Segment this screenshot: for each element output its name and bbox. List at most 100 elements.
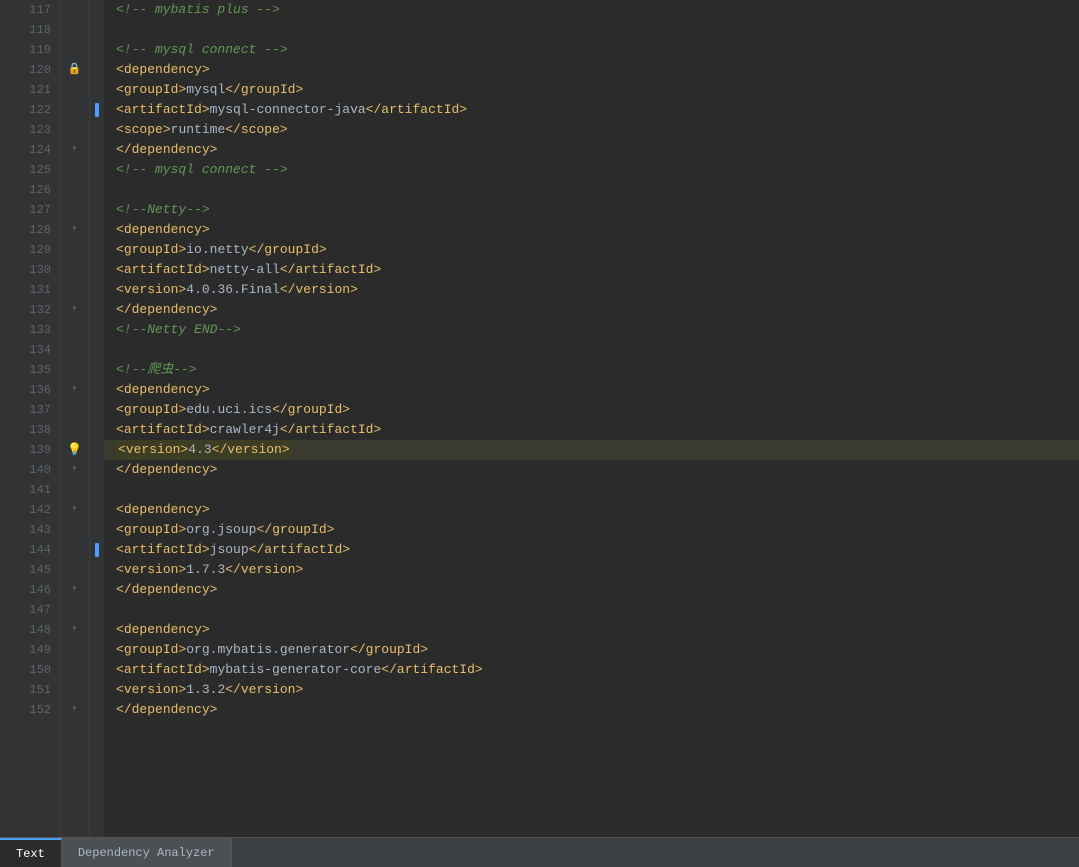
side-marker bbox=[90, 680, 104, 700]
fold-icon[interactable]: ▾ bbox=[71, 220, 77, 240]
side-marker bbox=[90, 0, 104, 20]
code-line: <groupId>edu.uci.ics</groupId> bbox=[104, 400, 1079, 420]
fold-icon[interactable]: ▾ bbox=[71, 620, 77, 640]
gutter-row bbox=[60, 280, 89, 300]
side-marker bbox=[90, 480, 104, 500]
gutter-row bbox=[60, 360, 89, 380]
gutter-row bbox=[60, 340, 89, 360]
gutter-row bbox=[60, 660, 89, 680]
side-marker bbox=[90, 360, 104, 380]
gutter-row[interactable]: ▾ bbox=[60, 580, 89, 600]
side-marker bbox=[90, 160, 104, 180]
side-marker bbox=[90, 60, 104, 80]
fold-icon[interactable]: ▾ bbox=[71, 300, 77, 320]
line-number: 127 bbox=[4, 200, 51, 220]
line-number: 128 bbox=[4, 220, 51, 240]
code-line: <!-- mybatis plus --> bbox=[104, 0, 1079, 20]
code-container: 1171181191201211221231241251261271281291… bbox=[0, 0, 1079, 837]
code-line: <version>1.7.3</version> bbox=[104, 560, 1079, 580]
gutter-row bbox=[60, 100, 89, 120]
code-line bbox=[104, 480, 1079, 500]
fold-icon[interactable]: ▾ bbox=[71, 380, 77, 400]
line-number: 140 bbox=[4, 460, 51, 480]
code-line: <version>4.0.36.Final</version> bbox=[104, 280, 1079, 300]
side-gutter bbox=[90, 0, 104, 837]
line-number: 147 bbox=[4, 600, 51, 620]
fold-icon[interactable]: ▾ bbox=[71, 500, 77, 520]
side-marker bbox=[90, 620, 104, 640]
gutter-row bbox=[60, 320, 89, 340]
code-line: <!-- mysql connect --> bbox=[104, 40, 1079, 60]
line-number: 125 bbox=[4, 160, 51, 180]
line-number: 135 bbox=[4, 360, 51, 380]
gutter-row[interactable]: 🔒 bbox=[60, 60, 89, 80]
lightbulb-icon: 💡 bbox=[67, 440, 82, 460]
side-marker bbox=[90, 200, 104, 220]
code-line: <dependency> bbox=[104, 620, 1079, 640]
side-marker bbox=[90, 300, 104, 320]
gutter-row bbox=[60, 640, 89, 660]
code-line: <version>4.3</version> bbox=[104, 440, 1079, 460]
gutter-row bbox=[60, 520, 89, 540]
line-number: 122 bbox=[4, 100, 51, 120]
code-line: <!-- mysql connect --> bbox=[104, 160, 1079, 180]
side-marker bbox=[90, 420, 104, 440]
line-number: 151 bbox=[4, 680, 51, 700]
gutter-row[interactable]: ▾ bbox=[60, 380, 89, 400]
side-marker bbox=[90, 380, 104, 400]
line-number: 144 bbox=[4, 540, 51, 560]
line-numbers: 1171181191201211221231241251261271281291… bbox=[0, 0, 60, 837]
line-number: 120 bbox=[4, 60, 51, 80]
line-number: 129 bbox=[4, 240, 51, 260]
line-number: 133 bbox=[4, 320, 51, 340]
side-marker bbox=[90, 80, 104, 100]
line-number: 137 bbox=[4, 400, 51, 420]
side-marker bbox=[90, 240, 104, 260]
side-marker bbox=[90, 600, 104, 620]
gutter-row[interactable]: ▾ bbox=[60, 500, 89, 520]
code-line bbox=[104, 600, 1079, 620]
code-line: </dependency> bbox=[104, 300, 1079, 320]
code-line: </dependency> bbox=[104, 700, 1079, 720]
gutter-row[interactable]: ▾ bbox=[60, 460, 89, 480]
line-number: 150 bbox=[4, 660, 51, 680]
fold-icon[interactable]: ▾ bbox=[71, 580, 77, 600]
gutter-row[interactable]: ▾ bbox=[60, 620, 89, 640]
code-line: <groupId>org.mybatis.generator</groupId> bbox=[104, 640, 1079, 660]
fold-icon[interactable]: ▾ bbox=[71, 140, 77, 160]
gutter-row[interactable]: ▾ bbox=[60, 300, 89, 320]
gutter-row bbox=[60, 400, 89, 420]
gutter-row[interactable]: ▾ bbox=[60, 220, 89, 240]
fold-icon[interactable]: ▾ bbox=[71, 460, 77, 480]
line-number: 138 bbox=[4, 420, 51, 440]
line-number: 124 bbox=[4, 140, 51, 160]
gutter-row[interactable]: ▾ bbox=[60, 700, 89, 720]
side-marker bbox=[90, 560, 104, 580]
line-number: 119 bbox=[4, 40, 51, 60]
gutter-row bbox=[60, 420, 89, 440]
code-line bbox=[104, 340, 1079, 360]
code-lines: <!-- mybatis plus --> <!-- mysql connect … bbox=[104, 0, 1079, 837]
line-number: 143 bbox=[4, 520, 51, 540]
side-marker bbox=[90, 500, 104, 520]
line-number: 149 bbox=[4, 640, 51, 660]
line-number: 121 bbox=[4, 80, 51, 100]
tab-text[interactable]: Text bbox=[0, 838, 62, 867]
code-line: </dependency> bbox=[104, 140, 1079, 160]
side-marker bbox=[90, 140, 104, 160]
code-line: <!--Netty--> bbox=[104, 200, 1079, 220]
change-marker bbox=[95, 103, 99, 117]
tab-dependency-analyzer[interactable]: Dependency Analyzer bbox=[62, 838, 232, 867]
side-marker bbox=[90, 700, 104, 720]
gutter-row[interactable]: 💡 bbox=[60, 440, 89, 460]
code-line: <!--爬虫--> bbox=[104, 360, 1079, 380]
editor-area: 1171181191201211221231241251261271281291… bbox=[0, 0, 1079, 837]
fold-icon[interactable]: ▾ bbox=[71, 700, 77, 720]
gutter-row[interactable]: ▾ bbox=[60, 140, 89, 160]
code-line: <!--Netty END--> bbox=[104, 320, 1079, 340]
line-number: 130 bbox=[4, 260, 51, 280]
side-marker bbox=[90, 260, 104, 280]
gutter: 🔒▾▾▾▾💡▾▾▾▾▾ bbox=[60, 0, 90, 837]
code-line: <dependency> bbox=[104, 60, 1079, 80]
code-line bbox=[104, 180, 1079, 200]
